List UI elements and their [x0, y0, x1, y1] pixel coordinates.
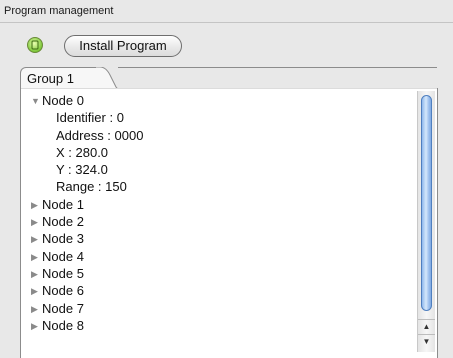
disclosure-open-icon[interactable]: ▼: [31, 93, 42, 110]
node-detail-identifier: Identifier : 0: [56, 110, 124, 126]
tab-edge: [96, 67, 120, 89]
vertical-scrollbar[interactable]: ▲ ▼: [417, 91, 435, 352]
tree-node-2[interactable]: ▶ Node 2: [21, 213, 417, 230]
tree-node-label: Node 3: [42, 231, 84, 247]
scroll-down-arrow-icon[interactable]: ▼: [418, 334, 435, 349]
node-detail-address: Address : 0000: [56, 127, 144, 143]
tree-node-0[interactable]: ▼ Node 0: [21, 92, 417, 109]
green-status-icon[interactable]: [26, 36, 44, 54]
tree-node-7[interactable]: ▶ Node 7: [21, 300, 417, 317]
tree-node-5[interactable]: ▶ Node 5: [21, 265, 417, 282]
install-program-button[interactable]: Install Program: [64, 35, 182, 57]
tab-bar-line: [118, 67, 437, 68]
disclosure-closed-icon[interactable]: ▶: [31, 283, 42, 300]
disclosure-closed-icon[interactable]: ▶: [31, 266, 42, 283]
tree-node-label: Node 5: [42, 265, 84, 281]
tree-node-label: Node 1: [42, 196, 84, 212]
tree-node-4[interactable]: ▶ Node 4: [21, 248, 417, 265]
tree-node-3[interactable]: ▶ Node 3: [21, 230, 417, 247]
disclosure-closed-icon[interactable]: ▶: [31, 301, 42, 318]
disclosure-closed-icon[interactable]: ▶: [31, 249, 42, 266]
disclosure-closed-icon[interactable]: ▶: [31, 231, 42, 248]
node-tree: ▼ Node 0 Identifier : 0 Address : 0000 X …: [21, 92, 417, 334]
tree-node-8[interactable]: ▶ Node 8: [21, 317, 417, 334]
disclosure-closed-icon[interactable]: ▶: [31, 214, 42, 231]
scroll-thumb[interactable]: [421, 95, 432, 311]
tree-node-label: Node 6: [42, 283, 84, 299]
panel-title: Program management: [4, 5, 114, 17]
tree-node-label: Node 0: [42, 93, 84, 108]
scroll-up-arrow-icon[interactable]: ▲: [418, 319, 435, 334]
disclosure-closed-icon[interactable]: ▶: [31, 318, 42, 335]
divider: [21, 88, 437, 89]
node-detail-x: X : 280.0: [56, 144, 109, 160]
node-detail-y: Y : 324.0: [56, 162, 108, 178]
divider: [0, 22, 453, 23]
tree-node-label: Node 8: [42, 317, 84, 333]
tree-node-label: Node 2: [42, 214, 84, 230]
disclosure-closed-icon[interactable]: ▶: [31, 197, 42, 214]
node-detail-range: Range : 150: [56, 179, 127, 195]
tree-node-1[interactable]: ▶ Node 1: [21, 196, 417, 213]
tree-node-label: Node 7: [42, 300, 84, 316]
node-tree-panel: ▼ Node 0 Identifier : 0 Address : 0000 X …: [20, 88, 438, 358]
tree-node-6[interactable]: ▶ Node 6: [21, 282, 417, 299]
tab-group-1[interactable]: Group 1: [20, 67, 98, 89]
tree-node-label: Node 4: [42, 248, 84, 264]
